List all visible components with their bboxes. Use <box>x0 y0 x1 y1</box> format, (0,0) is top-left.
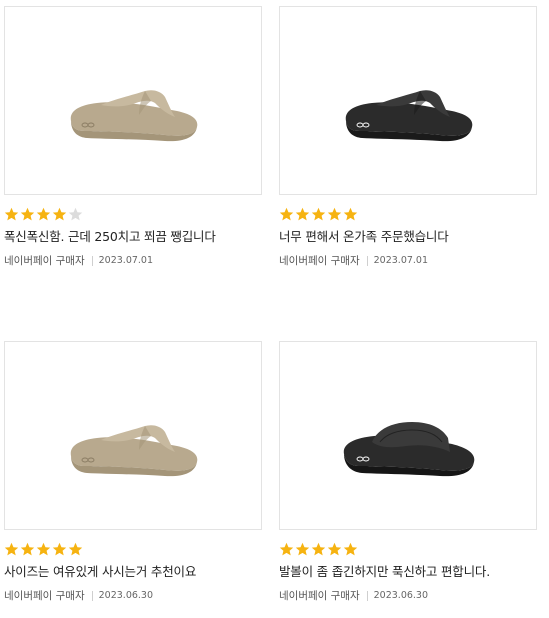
star-filled-icon <box>20 207 35 222</box>
review-date: 2023.07.01 <box>98 255 154 266</box>
product-thumbnail[interactable] <box>4 341 262 530</box>
review-meta: 네이버페이 구매자 2023.06.30 <box>4 589 262 603</box>
star-filled-icon <box>327 207 342 222</box>
star-filled-icon <box>36 207 51 222</box>
review-card[interactable]: 너무 편해서 온가족 주문했습니다 네이버페이 구매자 2023.07.01 <box>279 6 537 268</box>
star-rating <box>4 207 262 223</box>
divider <box>366 256 368 266</box>
review-date: 2023.06.30 <box>98 590 154 601</box>
review-meta: 네이버페이 구매자 2023.06.30 <box>279 589 537 603</box>
review-card[interactable]: 사이즈는 여유있게 사시는거 추천이요 네이버페이 구매자 2023.06.30 <box>4 341 262 603</box>
review-date: 2023.06.30 <box>373 590 429 601</box>
review-meta: 네이버페이 구매자 2023.07.01 <box>4 254 262 268</box>
star-filled-icon <box>311 542 326 557</box>
review-card[interactable]: 발볼이 좀 좁긴하지만 푹신하고 편합니다. 네이버페이 구매자 2023.06… <box>279 341 537 603</box>
star-rating <box>4 542 262 558</box>
reviewer-name: 네이버페이 구매자 <box>4 590 85 602</box>
star-filled-icon <box>327 542 342 557</box>
review-date: 2023.07.01 <box>373 255 429 266</box>
reviewer-name: 네이버페이 구매자 <box>279 255 360 267</box>
star-filled-icon <box>68 542 83 557</box>
reviewer-name: 네이버페이 구매자 <box>4 255 85 267</box>
star-rating <box>279 207 537 223</box>
star-filled-icon <box>52 207 67 222</box>
review-text[interactable]: 발볼이 좀 좁긴하지만 푹신하고 편합니다. <box>279 564 537 580</box>
star-filled-icon <box>279 542 294 557</box>
review-text[interactable]: 폭신폭신함. 근데 250치고 쬐끔 쨍깁니다 <box>4 229 262 245</box>
star-filled-icon <box>295 207 310 222</box>
star-filled-icon <box>295 542 310 557</box>
product-thumbnail[interactable] <box>4 6 262 195</box>
review-meta: 네이버페이 구매자 2023.07.01 <box>279 254 537 268</box>
review-text[interactable]: 사이즈는 여유있게 사시는거 추천이요 <box>4 564 262 580</box>
star-filled-icon <box>343 207 358 222</box>
reviewer-name: 네이버페이 구매자 <box>279 590 360 602</box>
product-thumbnail[interactable] <box>279 341 537 530</box>
star-filled-icon <box>4 207 19 222</box>
product-thumbnail[interactable] <box>279 6 537 195</box>
divider <box>91 256 93 266</box>
star-filled-icon <box>36 542 51 557</box>
divider <box>91 591 93 601</box>
star-filled-icon <box>279 207 294 222</box>
star-rating <box>279 542 537 558</box>
star-filled-icon <box>4 542 19 557</box>
star-filled-icon <box>343 542 358 557</box>
review-text[interactable]: 너무 편해서 온가족 주문했습니다 <box>279 229 537 245</box>
review-card[interactable]: 폭신폭신함. 근데 250치고 쬐끔 쨍깁니다 네이버페이 구매자 2023.0… <box>4 6 262 268</box>
star-empty-icon <box>68 207 83 222</box>
star-filled-icon <box>311 207 326 222</box>
star-filled-icon <box>20 542 35 557</box>
star-filled-icon <box>52 542 67 557</box>
divider <box>366 591 368 601</box>
